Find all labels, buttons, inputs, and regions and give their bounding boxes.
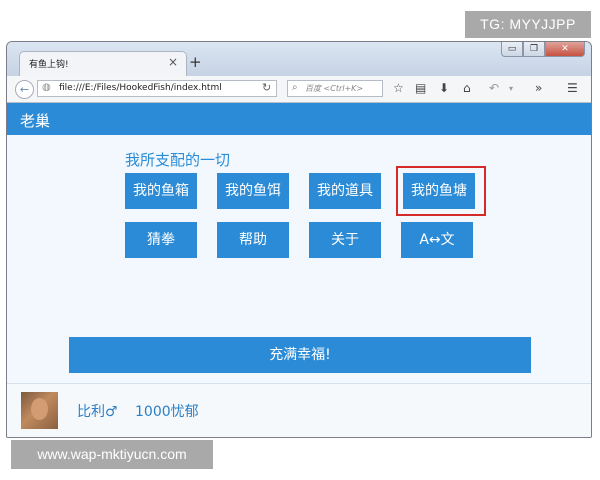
- window-controls: ▭ ❐ ✕: [501, 42, 585, 58]
- minimize-button[interactable]: ▭: [501, 42, 523, 57]
- app-header: 老巢: [7, 103, 591, 135]
- navigation-bar: ← ◍ file:///E:/Files/HookedFish/index.ht…: [7, 76, 591, 103]
- maximize-button[interactable]: ❐: [523, 42, 545, 57]
- section-title: 我所支配的一切: [125, 151, 231, 169]
- browser-window: 有鱼上钩! × + ▭ ❐ ✕ ← ◍ file:///E:/Files/Hoo…: [6, 41, 592, 438]
- about-button[interactable]: 关于: [309, 222, 381, 258]
- reader-icon[interactable]: ▤: [415, 81, 426, 95]
- title-bar: 有鱼上钩! × + ▭ ❐ ✕: [7, 42, 591, 76]
- search-input[interactable]: ⌕ 百度 <Ctrl+K>: [287, 80, 383, 97]
- watermark-bottom: www.wap-mktiyucn.com: [11, 440, 213, 469]
- url-bar[interactable]: ◍ file:///E:/Files/HookedFish/index.html: [37, 80, 277, 97]
- fish-bait-button[interactable]: 我的鱼饵: [217, 173, 289, 209]
- undo-dropdown-icon[interactable]: ▾: [509, 84, 513, 93]
- fish-box-button[interactable]: 我的鱼箱: [125, 173, 197, 209]
- undo-icon[interactable]: ↶: [489, 81, 499, 95]
- bookmark-star-icon[interactable]: ☆: [393, 81, 404, 95]
- search-icon: ⌕: [292, 82, 298, 93]
- reload-icon[interactable]: ↻: [262, 81, 271, 94]
- user-currency: 1000忧郁: [135, 404, 199, 420]
- items-button[interactable]: 我的道具: [309, 173, 381, 209]
- new-tab-icon[interactable]: +: [189, 53, 202, 71]
- highlight-box: [396, 166, 486, 216]
- happiness-button[interactable]: 充满幸福!: [69, 337, 531, 373]
- close-button[interactable]: ✕: [545, 42, 585, 57]
- avatar[interactable]: [21, 392, 58, 429]
- rock-paper-scissors-button[interactable]: 猜拳: [125, 222, 197, 258]
- help-button[interactable]: 帮助: [217, 222, 289, 258]
- avatar-face: [31, 398, 48, 420]
- download-icon[interactable]: ⬇: [439, 81, 449, 95]
- tab-title: 有鱼上钩!: [29, 60, 69, 70]
- app-title: 老巢: [20, 112, 51, 130]
- home-icon[interactable]: ⌂: [463, 81, 471, 95]
- main-content: 我所支配的一切 我的鱼箱 我的鱼饵 我的道具 我的鱼塘 猜拳 帮助 关于 A↔文…: [7, 135, 591, 383]
- watermark-top: TG: MYYJJPP: [465, 11, 591, 38]
- globe-icon: ◍: [42, 82, 51, 93]
- url-text: file:///E:/Files/HookedFish/index.html: [59, 83, 222, 93]
- tab-close-icon[interactable]: ×: [168, 55, 178, 69]
- language-toggle-button[interactable]: A↔文: [401, 222, 473, 258]
- back-icon[interactable]: ←: [15, 80, 34, 99]
- browser-tab[interactable]: 有鱼上钩! ×: [19, 51, 187, 76]
- overflow-icon[interactable]: »: [535, 81, 542, 95]
- search-placeholder: 百度 <Ctrl+K>: [305, 84, 364, 93]
- user-name[interactable]: 比利♂: [77, 401, 118, 421]
- menu-icon[interactable]: ☰: [567, 81, 578, 95]
- user-footer: 比利♂ 1000忧郁: [7, 383, 591, 437]
